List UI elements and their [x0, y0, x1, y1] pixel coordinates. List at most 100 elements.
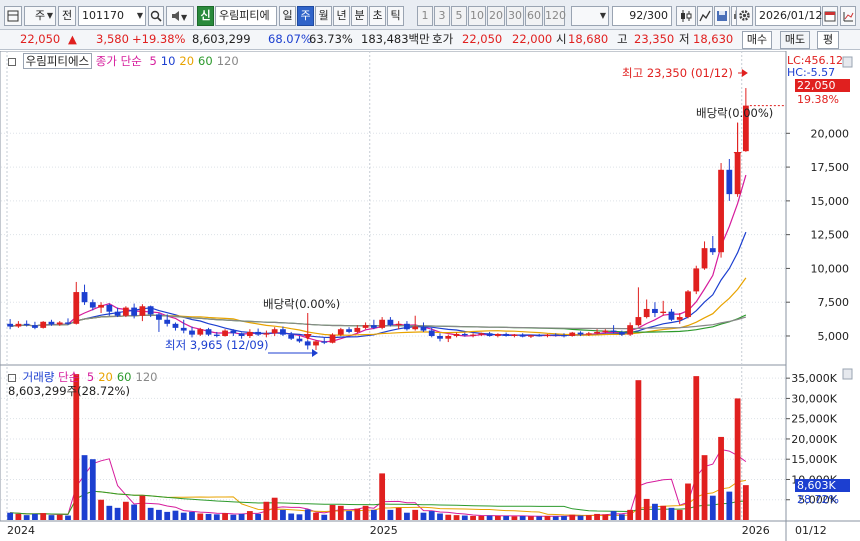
volume-bar [15, 513, 22, 520]
volume-bar [222, 513, 228, 520]
period-tab-1[interactable]: 주 [297, 6, 314, 26]
price-tick-label: 10,000 [811, 262, 850, 275]
date-field[interactable]: 2026/01/12 [755, 6, 822, 26]
low-price: 18,630 [693, 32, 734, 46]
candle-body [255, 331, 262, 335]
sell-button[interactable]: 매도 [780, 31, 810, 49]
volume-bar [354, 508, 361, 520]
volume-bar [660, 505, 667, 520]
count-field[interactable]: 92/300 [612, 6, 672, 26]
stock-chart[interactable]: 5,000 7,500 10,000 12,500 15,000 17,500 20,000… [0, 50, 860, 541]
search-icon[interactable] [148, 6, 164, 26]
volume-bar [139, 495, 146, 520]
candle-body [503, 333, 510, 336]
speaker-icon[interactable]: ▼ [166, 6, 194, 26]
volume-bar [23, 515, 30, 520]
volume-bar [180, 512, 187, 520]
x-axis-label-2025: 2025 [369, 524, 398, 537]
volume-bar [701, 455, 708, 520]
candle-body [172, 323, 179, 328]
period-tab-3[interactable]: 년 [333, 6, 350, 26]
buy-button[interactable]: 매수 [742, 31, 772, 49]
price-ma-label-4: 120 [216, 54, 239, 68]
volume-bar [437, 513, 443, 520]
candle-body [618, 331, 625, 335]
candle-body [139, 306, 146, 316]
open-label: 시 [556, 32, 567, 46]
volume-tick-label: 35,000K [791, 372, 837, 385]
price-ma-labels: 5 10 20 60 120 [145, 54, 238, 68]
price-change-pct: +19.38% [132, 32, 186, 46]
interval-button-10[interactable]: 10 [468, 6, 486, 26]
candle-body [81, 292, 88, 303]
volume-value: 8,603,299 [192, 32, 251, 46]
volume-bar [370, 509, 377, 520]
volume-bar [486, 515, 493, 520]
candle-body [602, 330, 609, 332]
current-volume-pct: 28.72% [797, 493, 839, 506]
period-tab-5[interactable]: 초 [369, 6, 386, 26]
save-icon[interactable] [714, 6, 730, 26]
interval-button-60[interactable]: 60 [525, 6, 543, 26]
chart-type-icon[interactable] [4, 6, 22, 26]
candle-body [577, 332, 584, 335]
volume-bar [668, 507, 675, 520]
volume-bar [164, 511, 171, 520]
gear-icon[interactable] [736, 6, 753, 26]
period-tab-6[interactable]: 틱 [387, 6, 404, 26]
interval-button-30[interactable]: 30 [506, 6, 524, 26]
candle-body [230, 330, 237, 334]
interval-button-120[interactable]: 120 [544, 6, 566, 26]
calendar-icon[interactable] [822, 6, 838, 26]
candle-body [511, 334, 518, 336]
interval-select[interactable]: ▼ [571, 6, 609, 26]
candle-body [73, 292, 80, 324]
price-panel-frame [0, 50, 787, 366]
volume-bar [676, 509, 683, 520]
volume-bar [304, 509, 311, 520]
market-select[interactable]: 주 ▼ [24, 6, 56, 26]
eval-button[interactable]: 평 [817, 31, 839, 49]
dividend-annotation-1: 배당락(0.00%) [263, 297, 341, 311]
volume-bar [552, 516, 559, 520]
interval-button-20[interactable]: 20 [487, 6, 505, 26]
scroll-up-button-price [842, 56, 853, 68]
count-value: 92 [629, 9, 644, 22]
candle-body [271, 329, 278, 334]
current-price: 22,050 [20, 32, 61, 46]
period-tab-2[interactable]: 월 [315, 6, 332, 26]
legend-square-icon [8, 57, 16, 66]
volume-bar [420, 512, 427, 520]
candle-icon[interactable] [676, 6, 696, 26]
prev-button[interactable]: 전 [58, 6, 76, 26]
bid-label: 호가 [432, 32, 454, 46]
candle-body [519, 334, 526, 337]
chart-add-icon[interactable] [840, 6, 856, 26]
volume-bar [32, 513, 38, 520]
candle-body [420, 326, 427, 331]
volume-bar [685, 483, 691, 520]
candle-body [676, 317, 683, 320]
volume-bar [106, 505, 113, 520]
candle-body [544, 334, 551, 336]
chart-area[interactable]: 5,000 7,500 10,000 12,500 15,000 17,500 20,000… [0, 50, 860, 541]
volume-bar [503, 515, 510, 520]
code-input[interactable]: 101170 ▼ [78, 6, 146, 26]
volume-tick-label: 30,000K [791, 392, 837, 405]
volume-bar [652, 503, 658, 520]
period-tab-4[interactable]: 분 [351, 6, 368, 26]
price-legend-name[interactable]: 우림피티에스 [22, 53, 93, 69]
candle-body [15, 323, 22, 327]
price-ma-label-0: 5 [149, 54, 157, 68]
interval-button-5[interactable]: 5 [451, 6, 467, 26]
volume-bar [428, 511, 435, 520]
candle-body [89, 302, 96, 308]
candle-body [147, 306, 154, 315]
volume-bar [585, 515, 592, 520]
volume-bar [569, 514, 576, 520]
interval-button-1[interactable]: 1 [417, 6, 433, 26]
interval-button-3[interactable]: 3 [434, 6, 450, 26]
period-tab-0[interactable]: 일 [279, 6, 296, 26]
chart-line-icon[interactable] [697, 6, 713, 26]
volume-bar [643, 498, 650, 520]
